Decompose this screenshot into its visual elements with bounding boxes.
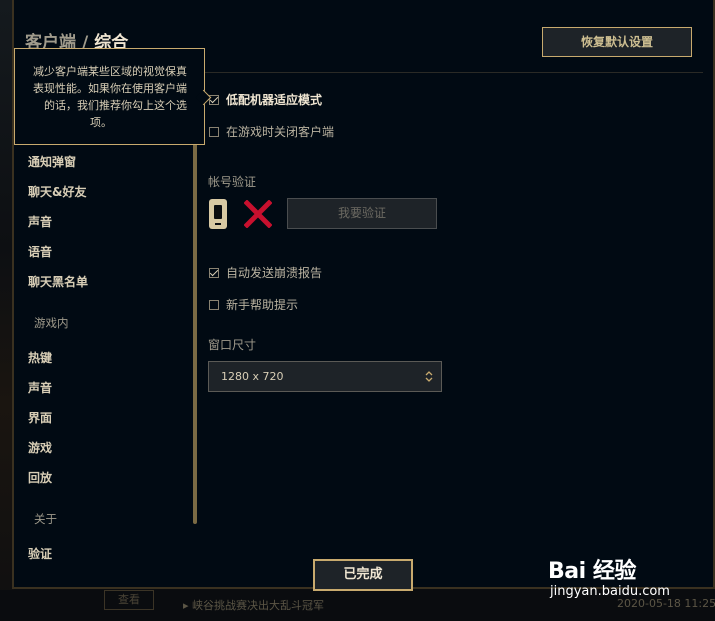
tooltip-line: 表现性能。如果你在使用客户端 — [33, 82, 187, 95]
checkbox-unchecked-icon — [209, 299, 219, 310]
restore-defaults-button[interactable]: 恢复默认设置 — [542, 27, 692, 57]
tooltip-text: 减少客户端某些区域的视觉保真 表现性能。如果你在使用客户端 的话，我们推荐你勾上… — [15, 63, 187, 131]
sidebar-item-sound[interactable]: 声音 — [28, 213, 52, 230]
sidebar-heading-in-game: 游戏内 — [34, 316, 69, 330]
x-icon — [244, 200, 272, 228]
background-news-text: ▸ 峡谷挑战赛决出大乱斗冠军 — [183, 599, 325, 612]
newbie-tips-label: 新手帮助提示 — [226, 298, 299, 312]
phone-icon — [209, 199, 227, 229]
window-size-select[interactable]: 1280 x 720 — [208, 361, 442, 392]
close-client-checkbox[interactable]: 在游戏时关闭客户端 — [209, 123, 334, 140]
window-size-value: 1280 x 720 — [221, 370, 284, 383]
tooltip-line: 项。 — [90, 116, 112, 129]
header-divider — [194, 72, 703, 73]
checkbox-checked-icon — [209, 267, 219, 278]
sidebar-item-game[interactable]: 游戏 — [28, 439, 52, 456]
low-spec-mode-label: 低配机器适应模式 — [226, 93, 323, 107]
sidebar-item-game-sound[interactable]: 声音 — [28, 379, 52, 396]
sidebar-item-hotkeys[interactable]: 热键 — [28, 349, 52, 366]
sidebar-scrollbar[interactable] — [193, 80, 197, 524]
verify-button[interactable]: 我要验证 — [287, 198, 437, 229]
tooltip-line: 的话，我们推荐你勾上这个选 — [44, 99, 187, 112]
newbie-tips-checkbox[interactable]: 新手帮助提示 — [209, 296, 298, 313]
sidebar-item-notifications[interactable]: 通知弹窗 — [28, 153, 76, 170]
sidebar-item-voice[interactable]: 语音 — [28, 243, 52, 260]
sidebar-item-replays[interactable]: 回放 — [28, 469, 52, 486]
watermark-brand: Bai 经验 — [548, 559, 636, 584]
auto-crash-report-label: 自动发送崩溃报告 — [226, 266, 323, 280]
window-size-heading: 窗口尺寸 — [208, 338, 257, 352]
chevron-up-down-icon — [425, 371, 433, 382]
tooltip-line: 减少客户端某些区域的视觉保真 — [33, 65, 187, 78]
sidebar-item-blocklist[interactable]: 聊天黑名单 — [28, 273, 88, 290]
sidebar-item-verification[interactable]: 验证 — [28, 545, 52, 562]
low-spec-tooltip: 减少客户端某些区域的视觉保真 表现性能。如果你在使用客户端 的话，我们推荐你勾上… — [14, 48, 205, 145]
sidebar-item-chat-friends[interactable]: 聊天&好友 — [28, 183, 86, 200]
settings-dialog: 客户端 / 综合 恢复默认设置 通知弹窗 聊天&好友 声音 语音 聊天黑名单 游戏内… — [12, 0, 715, 591]
sidebar-item-interface[interactable]: 界面 — [28, 409, 52, 426]
account-verify-heading: 帐号验证 — [208, 175, 257, 189]
sidebar-heading-about: 关于 — [34, 512, 57, 526]
background-view-button: 查看 — [104, 590, 154, 610]
low-spec-mode-checkbox[interactable]: 低配机器适应模式 — [209, 91, 322, 108]
baidu-jingyan-watermark: Bai 经验 jingyan.baidu.com — [548, 545, 708, 605]
auto-crash-report-checkbox[interactable]: 自动发送崩溃报告 — [209, 264, 322, 281]
close-client-label: 在游戏时关闭客户端 — [226, 125, 335, 139]
checkbox-unchecked-icon — [209, 126, 219, 137]
watermark-url: jingyan.baidu.com — [550, 584, 670, 599]
done-button[interactable]: 已完成 — [313, 559, 413, 591]
